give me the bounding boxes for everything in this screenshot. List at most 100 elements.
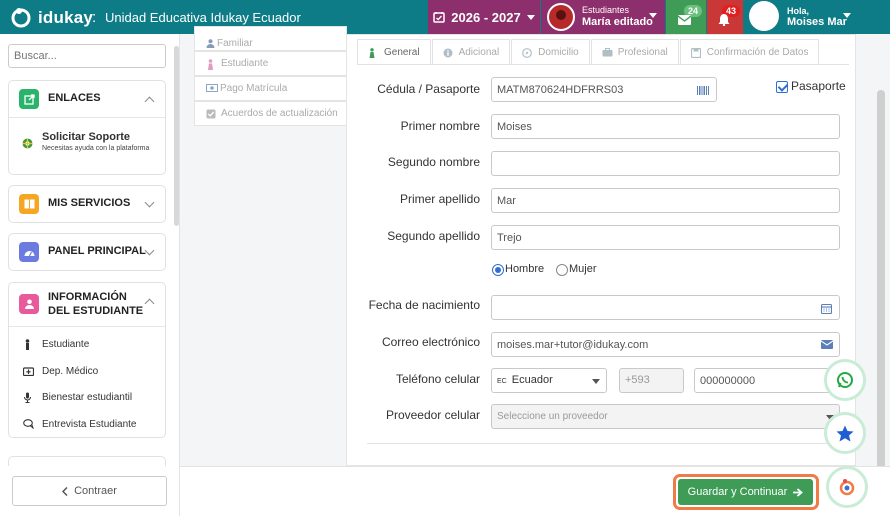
step-acuerdos[interactable]: Acuerdos de actualización	[194, 101, 347, 126]
globe-icon	[22, 138, 33, 149]
idukay-logo-icon[interactable]	[10, 6, 32, 28]
primer-nombre-input[interactable]	[491, 114, 840, 139]
collapse-button[interactable]: Contraer	[12, 476, 167, 506]
brand-name: idukay	[38, 8, 94, 27]
country-code: EC	[497, 378, 507, 385]
role-selector[interactable]: Estudiantes María editado	[541, 0, 665, 34]
sidebar-item-bienestar[interactable]: Bienestar estudiantil	[9, 384, 165, 411]
tab-confirmacion[interactable]: Confirmación de Datos	[679, 39, 820, 65]
user-greeting: Hola,	[787, 6, 810, 16]
save-continue-button[interactable]: Guardar y Continuar	[678, 479, 813, 505]
idukay-assistant-icon	[839, 479, 855, 496]
sidebar-search-input[interactable]	[8, 44, 166, 68]
person-icon	[25, 339, 30, 350]
primer-nombre-label: Primer nombre	[400, 119, 480, 133]
sidebar-item-estudiante[interactable]: Estudiante	[9, 331, 165, 358]
user-icon	[19, 294, 39, 314]
form-divider	[367, 443, 847, 444]
chat-icon	[23, 418, 34, 429]
card-mis-servicios[interactable]: MIS SERVICIOS	[8, 185, 166, 223]
user-avatar	[749, 1, 779, 31]
chevron-left-icon	[62, 486, 68, 496]
card-enlaces-title: ENLACES	[48, 92, 101, 104]
primer-apellido-input[interactable]	[491, 188, 840, 213]
tab-general[interactable]: General	[357, 39, 431, 65]
calendar-icon	[433, 12, 446, 23]
card-enlaces: ENLACES Solicitar Soporte Necesitas ayud…	[8, 80, 166, 175]
pasaporte-checkbox[interactable]	[776, 81, 788, 93]
student-icon	[369, 48, 375, 58]
step-familiar[interactable]: Familiar	[194, 26, 347, 51]
envelope-icon	[821, 340, 833, 349]
country-name: Ecuador	[511, 374, 553, 386]
gender-male-radio[interactable]	[492, 264, 504, 276]
telefono-label: Teléfono celular	[395, 372, 480, 386]
fecha-nacimiento-label: Fecha de nacimiento	[368, 298, 480, 312]
whatsapp-button[interactable]	[824, 359, 866, 401]
correo-input[interactable]	[491, 332, 840, 357]
sidebar-scrollbar[interactable]	[174, 46, 179, 226]
role-label: Estudiantes	[582, 5, 630, 15]
notifications-button[interactable]: 43	[707, 0, 743, 34]
tab-profesional[interactable]: Profesional	[590, 39, 679, 65]
card-panel-principal[interactable]: PANEL PRINCIPAL	[8, 233, 166, 271]
cedula-label: Cédula / Pasaporte	[377, 82, 480, 96]
support-title: Solicitar Soporte	[42, 131, 131, 143]
user-menu[interactable]: Hola, Moises Mar	[744, 0, 859, 34]
save-icon	[690, 48, 701, 58]
microphone-icon	[24, 392, 31, 403]
correo-label: Correo electrónico	[381, 335, 480, 349]
school-year-label: 2026 - 2027	[451, 9, 521, 25]
role-name: María editado	[582, 16, 653, 28]
save-label: Guardar y Continuar	[687, 486, 788, 498]
school-name: Unidad Educativa Idukay Ecuador	[105, 10, 301, 25]
sidebar-item-entrevista[interactable]: Entrevista Estudiante	[9, 411, 165, 438]
step-pago-matricula[interactable]: Pago Matrícula	[194, 76, 347, 101]
country-select[interactable]: EC Ecuador	[491, 368, 607, 393]
segundo-nombre-label: Segundo nombre	[387, 155, 480, 169]
brand-separator: :	[92, 9, 97, 26]
user-name: Moises Mar	[787, 16, 847, 28]
assistant-button[interactable]	[826, 466, 868, 508]
tab-adicional[interactable]: Adicional	[431, 39, 511, 65]
segundo-apellido-input[interactable]	[491, 225, 840, 250]
tabs-divider	[357, 64, 849, 65]
chevron-down-icon	[592, 379, 600, 384]
card-enlaces-header[interactable]: ENLACES	[9, 81, 165, 117]
barcode-icon[interactable]	[697, 86, 709, 95]
segundo-apellido-label: Segundo apellido	[387, 229, 480, 243]
gender-female-radio[interactable]	[556, 264, 568, 276]
segundo-nombre-input[interactable]	[491, 151, 840, 176]
bell-icon	[718, 14, 730, 26]
envelope-icon	[678, 15, 691, 25]
tab-domicilio[interactable]: Domicilio	[511, 39, 590, 65]
card-informacion-estudiante: INFORMACIÓN DEL ESTUDIANTE Estudiante De…	[8, 282, 166, 438]
cedula-input[interactable]	[491, 77, 717, 102]
step-estudiante[interactable]: Estudiante	[194, 51, 347, 76]
calendar-icon[interactable]	[821, 303, 832, 314]
fecha-nacimiento-input[interactable]	[491, 295, 840, 320]
chevron-up-icon[interactable]	[144, 96, 155, 107]
card-panel-principal-title: PANEL PRINCIPAL	[48, 245, 146, 257]
chevron-down-icon	[144, 197, 155, 208]
support-link[interactable]: Solicitar Soporte Necesitas ayuda con la…	[9, 118, 165, 174]
favorites-button[interactable]	[824, 412, 866, 454]
whatsapp-icon	[837, 372, 853, 388]
card-mis-servicios-title: MIS SERVICIOS	[48, 197, 131, 209]
book-icon	[19, 194, 39, 214]
proveedor-select[interactable]: Seleccione un proveedor	[491, 404, 840, 429]
arrow-right-icon	[793, 487, 804, 497]
proveedor-label: Proveedor celular	[385, 408, 480, 422]
role-avatar	[547, 3, 575, 31]
main-scrollbar[interactable]	[877, 90, 885, 500]
top-bar: idukay : Unidad Educativa Idukay Ecuador…	[0, 0, 890, 34]
collapse-label: Contraer	[74, 485, 117, 497]
school-year-dropdown[interactable]: 2026 - 2027	[428, 0, 540, 34]
briefcase-icon	[602, 48, 613, 57]
phone-input[interactable]	[694, 368, 832, 393]
card-info-header[interactable]: INFORMACIÓN DEL ESTUDIANTE	[9, 283, 165, 326]
messages-button[interactable]: 24	[666, 0, 706, 34]
sidebar-item-dep-medico[interactable]: Dep. Médico	[9, 358, 165, 385]
medkit-icon	[23, 366, 34, 376]
pasaporte-label: Pasaporte	[791, 79, 846, 93]
